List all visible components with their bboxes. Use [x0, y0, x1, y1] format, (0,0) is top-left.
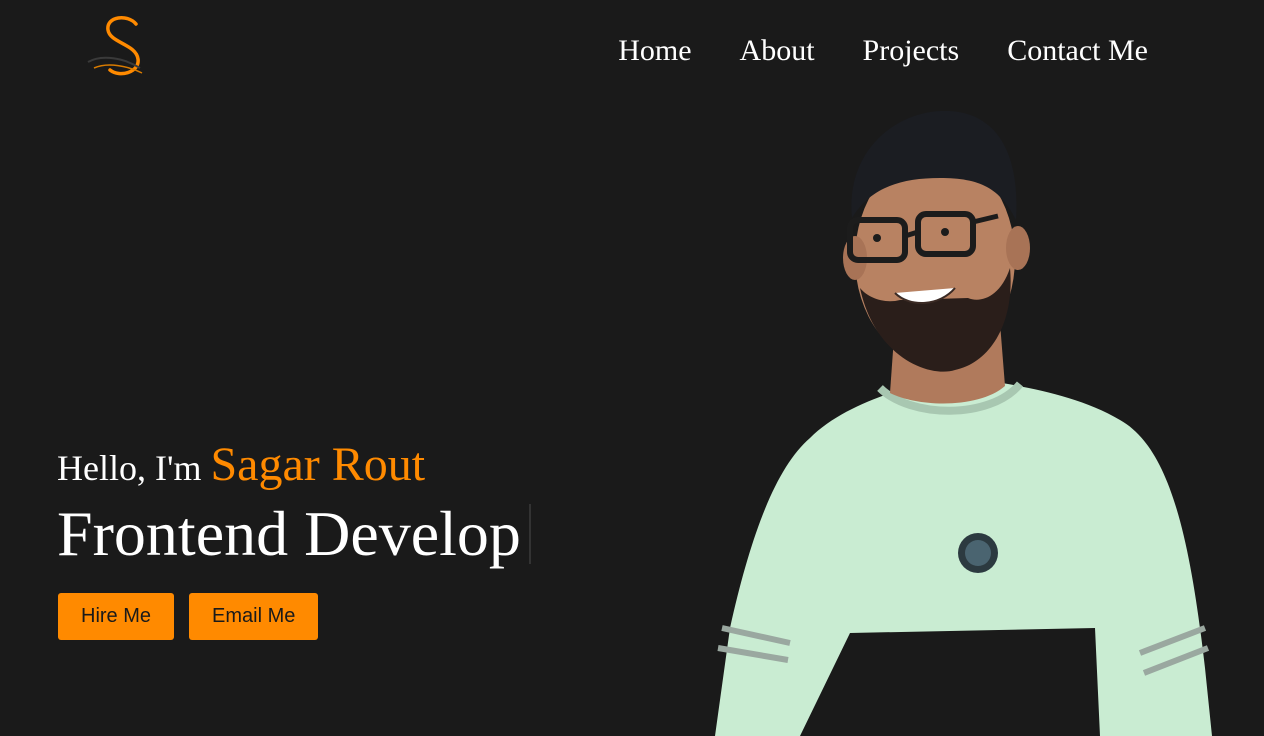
- hire-me-button[interactable]: Hire Me: [58, 593, 175, 640]
- role-line: Frontend Develop: [57, 499, 531, 569]
- greeting-line: Hello, I'm Sagar Rout: [57, 440, 531, 493]
- nav-home[interactable]: Home: [618, 32, 691, 70]
- profile-photo: [715, 110, 1212, 736]
- logo-letter: S: [84, 10, 93, 14]
- site-logo[interactable]: S: [84, 10, 154, 82]
- typing-cursor: [528, 504, 531, 564]
- typed-role-text: Frontend Develop: [57, 498, 521, 569]
- main-nav: Home About Projects Contact Me: [618, 32, 1148, 70]
- nav-about[interactable]: About: [740, 32, 815, 70]
- email-me-button[interactable]: Email Me: [189, 593, 319, 640]
- greeting-text: Hello, I'm: [57, 448, 202, 488]
- cta-buttons: Hire Me Email Me: [58, 593, 319, 640]
- portfolio-page: S Home About Projects Contact Me: [0, 0, 1264, 736]
- nav-projects[interactable]: Projects: [863, 32, 960, 70]
- nav-contact[interactable]: Contact Me: [1007, 32, 1148, 70]
- hero-name: Sagar Rout: [210, 438, 426, 491]
- hero-intro: Hello, I'm Sagar Rout Frontend Develop: [57, 440, 531, 569]
